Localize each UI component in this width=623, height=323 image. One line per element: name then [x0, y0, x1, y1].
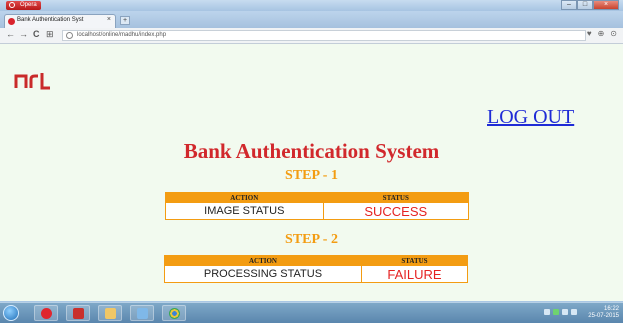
- tab-title: Bank Authentication Syst: [17, 17, 84, 23]
- opera-menu-label: Opera: [20, 2, 37, 8]
- step-1-table: ACTION STATUS IMAGE STATUS SUCCESS: [165, 192, 470, 220]
- pdf-taskbar-icon[interactable]: [66, 305, 90, 321]
- clock-time: 16:22: [603, 306, 619, 312]
- tab-bar: Bank Authentication Syst × +: [0, 11, 623, 28]
- account-icon[interactable]: ⊙: [610, 29, 617, 38]
- download-icon[interactable]: ⊕: [598, 29, 605, 38]
- favicon-icon: [8, 18, 15, 25]
- navigation-toolbar: ← → C ⊞ localhost/online/madhu/index.php…: [0, 28, 623, 44]
- chrome-taskbar-icon[interactable]: [162, 305, 186, 321]
- status-cell-failure: FAILURE: [360, 265, 469, 283]
- url-text: localhost/online/madhu/index.php: [77, 32, 167, 38]
- new-tab-button[interactable]: +: [120, 16, 130, 25]
- clock[interactable]: 16:22 25-07-2015: [588, 306, 619, 320]
- opera-menu-button[interactable]: Opera: [6, 1, 41, 10]
- step-1-heading: STEP - 1: [285, 168, 338, 183]
- step-2-table: ACTION STATUS PROCESSING STATUS FAILURE: [164, 255, 469, 283]
- action-cell: PROCESSING STATUS: [164, 265, 362, 283]
- tray-icon[interactable]: [562, 309, 568, 315]
- address-bar[interactable]: localhost/online/madhu/index.php: [62, 30, 586, 41]
- maximize-button[interactable]: □: [577, 0, 593, 10]
- window-controls: – □ ×: [561, 0, 619, 10]
- action-cell: IMAGE STATUS: [165, 202, 324, 220]
- table-row: PROCESSING STATUS FAILURE: [164, 265, 469, 283]
- table-row: IMAGE STATUS SUCCESS: [165, 202, 470, 220]
- forward-button[interactable]: →: [19, 29, 28, 39]
- start-orb-icon[interactable]: [3, 305, 19, 321]
- close-window-button[interactable]: ×: [593, 0, 619, 10]
- column-header-status: STATUS: [360, 255, 469, 266]
- column-header-action: ACTION: [164, 255, 362, 266]
- table-header-row: ACTION STATUS: [165, 192, 470, 203]
- opera-icon: [9, 2, 15, 8]
- step-2-heading: STEP - 2: [285, 232, 338, 247]
- opera-taskbar-icon[interactable]: [34, 305, 58, 321]
- paint-taskbar-icon[interactable]: [130, 305, 154, 321]
- back-button[interactable]: ←: [6, 29, 15, 39]
- reload-button[interactable]: C: [33, 29, 40, 39]
- page-content: LOG OUT Bank Authentication System STEP …: [0, 44, 623, 301]
- tab-close-icon[interactable]: ×: [107, 16, 111, 23]
- system-tray-icons[interactable]: [544, 309, 577, 315]
- tab-bank-authentication[interactable]: Bank Authentication Syst ×: [4, 14, 116, 28]
- speed-dial-icon[interactable]: ⊞: [46, 29, 54, 40]
- page-title: Bank Authentication System: [183, 139, 440, 163]
- volume-icon[interactable]: [571, 309, 577, 315]
- network-icon[interactable]: [553, 309, 559, 315]
- taskbar: 16:22 25-07-2015: [0, 302, 623, 323]
- tray-icon[interactable]: [544, 309, 550, 315]
- heart-icon[interactable]: ♥: [587, 29, 592, 38]
- table-header-row: ACTION STATUS: [164, 255, 469, 266]
- toolbar-right: ♥ ⊕ ⊙: [587, 29, 617, 38]
- minimize-button[interactable]: –: [561, 0, 577, 10]
- column-header-action: ACTION: [165, 192, 324, 203]
- browser-window: Opera – □ × Bank Authentication Syst × +…: [0, 0, 623, 302]
- title-bar: Opera – □ ×: [0, 0, 623, 11]
- status-cell-success: SUCCESS: [322, 202, 470, 220]
- clock-date: 25-07-2015: [588, 313, 619, 319]
- logout-link[interactable]: LOG OUT: [487, 106, 574, 129]
- page-info-icon[interactable]: [66, 32, 73, 39]
- column-header-status: STATUS: [322, 192, 470, 203]
- site-logo: [14, 73, 50, 90]
- explorer-taskbar-icon[interactable]: [98, 305, 122, 321]
